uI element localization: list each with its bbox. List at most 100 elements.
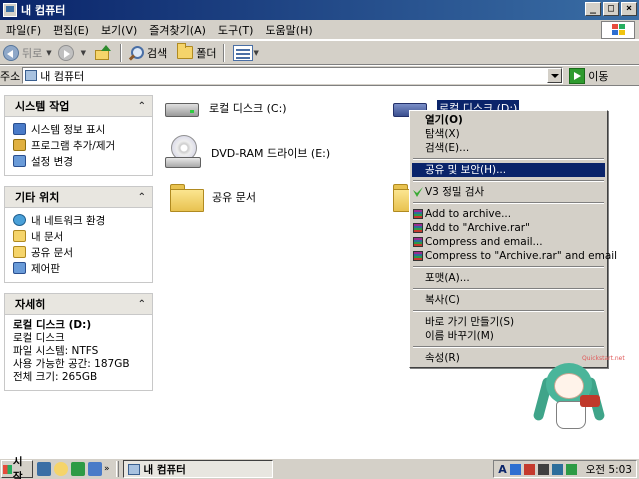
menu-separator (413, 310, 604, 312)
maximize-button[interactable]: □ (603, 2, 619, 16)
my-computer-icon (3, 3, 17, 17)
folders-button[interactable]: 폴더 (174, 42, 219, 64)
add-remove-programs-icon (13, 139, 26, 151)
forward-button[interactable] (55, 42, 80, 64)
drive-e[interactable]: DVD-RAM 드라이브 (E:) (165, 135, 330, 171)
place-network[interactable]: 내 네트워크 환경 (13, 212, 146, 228)
ctx-rar-add[interactable]: Add to archive... (412, 207, 605, 221)
close-button[interactable]: × (621, 2, 637, 16)
item-label: DVD-RAM 드라이브 (E:) (211, 147, 331, 160)
task-label: 시스템 정보 표시 (31, 123, 106, 136)
search-label: 검색 (147, 46, 168, 60)
winrar-icon (413, 209, 423, 219)
ctx-rename[interactable]: 이름 바꾸기(M) (412, 329, 605, 343)
system-tray: A 오전 5:03 (493, 460, 637, 478)
system-tasks-header[interactable]: 시스템 작업 ⌃ (5, 96, 152, 117)
ctx-rar-add-named[interactable]: Add to "Archive.rar" (412, 221, 605, 235)
forward-dropdown-icon[interactable]: ▼ (81, 49, 86, 57)
ctx-rar-email[interactable]: Compress and email... (412, 235, 605, 249)
address-value: 내 컴퓨터 (40, 69, 85, 83)
my-computer-icon (127, 463, 140, 475)
winrar-icon (413, 223, 423, 233)
folders-label: 폴더 (196, 46, 217, 60)
menu-edit[interactable]: 편집(E) (47, 22, 95, 38)
views-icon (232, 44, 253, 61)
address-input[interactable]: 내 컴퓨터 (22, 67, 564, 84)
other-places-header[interactable]: 기타 위치 ⌃ (5, 187, 152, 208)
collapse-chevron-icon[interactable]: ⌃ (138, 192, 146, 203)
taskbar-button-my-computer[interactable]: 내 컴퓨터 (122, 460, 273, 478)
window-controls: _ □ × (585, 2, 637, 16)
back-dropdown-icon[interactable]: ▼ (46, 49, 51, 57)
network-icon (13, 214, 26, 226)
up-button[interactable] (89, 42, 117, 64)
v3-tray-icon[interactable] (565, 463, 577, 475)
menu-bar: 파일(F) 편집(E) 보기(V) 즐겨찾기(A) 도구(T) 도움말(H) (0, 20, 639, 40)
browser-icon[interactable] (54, 462, 68, 476)
place-label: 내 문서 (31, 230, 64, 243)
collapse-chevron-icon[interactable]: ⌃ (138, 299, 146, 310)
go-button[interactable]: 이동 (569, 67, 609, 84)
start-button[interactable]: 시작 (1, 456, 33, 479)
task-label: 프로그램 추가/제거 (31, 139, 116, 152)
anime-mascot-image: Quickstart.net (532, 355, 626, 445)
shared-documents-folder[interactable]: 공유 문서 (170, 184, 256, 212)
app-icon[interactable] (88, 462, 102, 476)
place-label: 공유 문서 (31, 246, 73, 259)
place-my-documents[interactable]: 내 문서 (13, 228, 146, 244)
menu-separator (413, 266, 604, 268)
menu-favorites[interactable]: 즐겨찾기(A) (143, 22, 212, 38)
ctx-sharing-security[interactable]: 공유 및 보안(H)... (412, 163, 605, 177)
place-label: 제어판 (31, 262, 60, 275)
ctx-explore[interactable]: 탐색(X) (412, 127, 605, 141)
toolbar-separator (222, 43, 225, 62)
back-button[interactable]: 뒤로 (0, 42, 45, 64)
place-label: 내 네트워크 환경 (31, 214, 106, 227)
volume-icon[interactable] (537, 463, 549, 475)
search-button[interactable]: 검색 (125, 42, 170, 64)
task-system-info[interactable]: 시스템 정보 표시 (13, 121, 146, 137)
menu-view[interactable]: 보기(V) (95, 22, 143, 38)
task-change-settings[interactable]: 설정 변경 (13, 153, 146, 169)
back-label: 뒤로 (22, 46, 43, 60)
go-arrow-icon (569, 67, 586, 84)
ctx-label: Compress to "Archive.rar" and email (425, 250, 618, 262)
views-button[interactable]: ▼ (228, 42, 265, 64)
ctx-format[interactable]: 포맷(A)... (412, 271, 605, 285)
collapse-chevron-icon[interactable]: ⌃ (138, 101, 146, 112)
folder-icon (177, 43, 194, 59)
tray-icon[interactable] (551, 463, 563, 475)
drive-c[interactable]: 로컬 디스크 (C:) (165, 97, 287, 119)
menu-separator (413, 202, 604, 204)
shared-folder-icon (13, 246, 26, 258)
folder-up-icon (95, 44, 112, 61)
ctx-v3-scan[interactable]: V3 정밀 검사 (412, 185, 605, 199)
ctx-create-shortcut[interactable]: 바로 가기 만들기(S) (412, 315, 605, 329)
views-dropdown-icon: ▼ (253, 48, 259, 57)
window-title: 내 컴퓨터 (21, 4, 66, 17)
ctx-search[interactable]: 검색(E)... (412, 141, 605, 155)
ctx-label: Add to archive... (425, 208, 512, 220)
details-header[interactable]: 자세히 ⌃ (5, 294, 152, 315)
ctx-label: Compress and email... (425, 236, 543, 248)
quick-launch-more-icon[interactable]: » (104, 464, 110, 474)
input-method-indicator[interactable]: A (498, 463, 507, 476)
winrar-icon (413, 237, 423, 247)
app-icon[interactable] (71, 462, 85, 476)
ctx-copy[interactable]: 복사(C) (412, 293, 605, 307)
place-shared-documents[interactable]: 공유 문서 (13, 244, 146, 260)
menu-file[interactable]: 파일(F) (0, 22, 47, 38)
place-control-panel[interactable]: 제어판 (13, 260, 146, 276)
menu-help[interactable]: 도움말(H) (259, 22, 318, 38)
ctx-rar-email-named[interactable]: Compress to "Archive.rar" and email (412, 249, 617, 263)
toolbar: 뒤로 ▼ ▼ 검색 폴더 ▼ (0, 41, 639, 65)
minimize-button[interactable]: _ (585, 2, 601, 16)
ctx-open[interactable]: 열기(O) (412, 113, 605, 127)
task-add-remove-programs[interactable]: 프로그램 추가/제거 (13, 137, 146, 153)
tray-icon[interactable] (509, 463, 521, 475)
address-dropdown-button[interactable] (547, 68, 563, 83)
desktop-icon[interactable] (37, 462, 51, 476)
control-panel-icon (13, 262, 26, 274)
menu-tools[interactable]: 도구(T) (212, 22, 260, 38)
tray-icon[interactable] (523, 463, 535, 475)
